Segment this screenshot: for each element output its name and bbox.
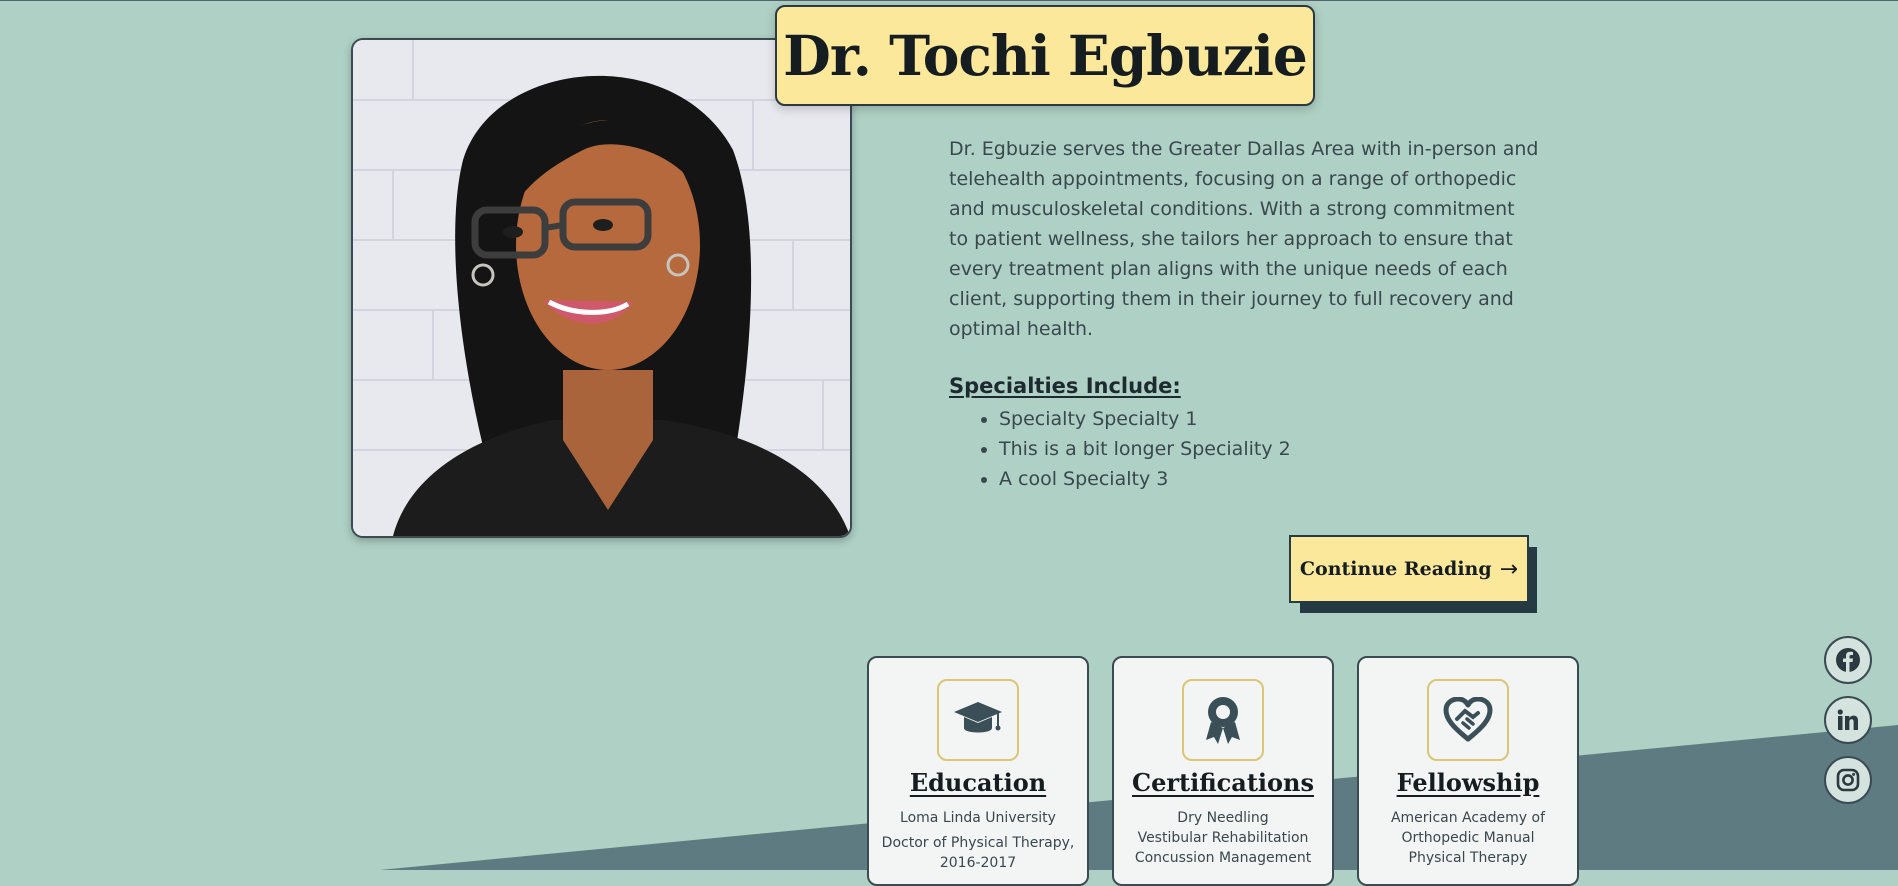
card-line: Dry Needling bbox=[1177, 810, 1269, 826]
continue-reading-label: Continue Reading bbox=[1299, 558, 1492, 580]
card-title: Fellowship bbox=[1396, 768, 1540, 797]
card-line: Doctor of Physical Therapy, 2016-2017 bbox=[881, 835, 1075, 871]
card-title: Certifications bbox=[1131, 768, 1314, 797]
top-border bbox=[0, 0, 1898, 1]
graduation-cap-icon bbox=[937, 679, 1019, 761]
list-item: This is a bit longer Speciality 2 bbox=[999, 434, 1291, 464]
continue-reading-button[interactable]: Continue Reading → bbox=[1289, 535, 1529, 603]
card-line: Concussion Management bbox=[1134, 850, 1312, 866]
name-banner: Dr. Tochi Egbuzie bbox=[775, 5, 1315, 106]
linkedin-icon[interactable] bbox=[1824, 696, 1872, 744]
specialties-list: Specialty Specialty 1 This is a bit long… bbox=[949, 404, 1291, 494]
list-item: Specialty Specialty 1 bbox=[999, 404, 1291, 434]
instagram-icon[interactable] bbox=[1824, 756, 1872, 804]
fellowship-card: Fellowship American Academy of Orthopedi… bbox=[1357, 656, 1579, 886]
award-ribbon-icon bbox=[1182, 679, 1264, 761]
heart-handshake-icon bbox=[1427, 679, 1509, 761]
card-line: Loma Linda University bbox=[900, 810, 1056, 826]
education-card: Education Loma Linda University Doctor o… bbox=[867, 656, 1089, 886]
list-item: A cool Specialty 3 bbox=[999, 464, 1291, 494]
certifications-card: Certifications Dry Needling Vestibular R… bbox=[1112, 656, 1334, 886]
facebook-icon[interactable] bbox=[1824, 636, 1872, 684]
card-line: Vestibular Rehabilitation bbox=[1137, 830, 1309, 846]
doctor-photo bbox=[351, 38, 852, 538]
doctor-name: Dr. Tochi Egbuzie bbox=[783, 23, 1308, 88]
arrow-right-icon: → bbox=[1499, 556, 1519, 582]
card-title: Education bbox=[909, 768, 1047, 797]
doctor-bio: Dr. Egbuzie serves the Greater Dallas Ar… bbox=[949, 138, 1539, 340]
card-line: American Academy of Orthopedic Manual Ph… bbox=[1390, 810, 1546, 866]
specialties-heading: Specialties Include: bbox=[949, 374, 1181, 398]
